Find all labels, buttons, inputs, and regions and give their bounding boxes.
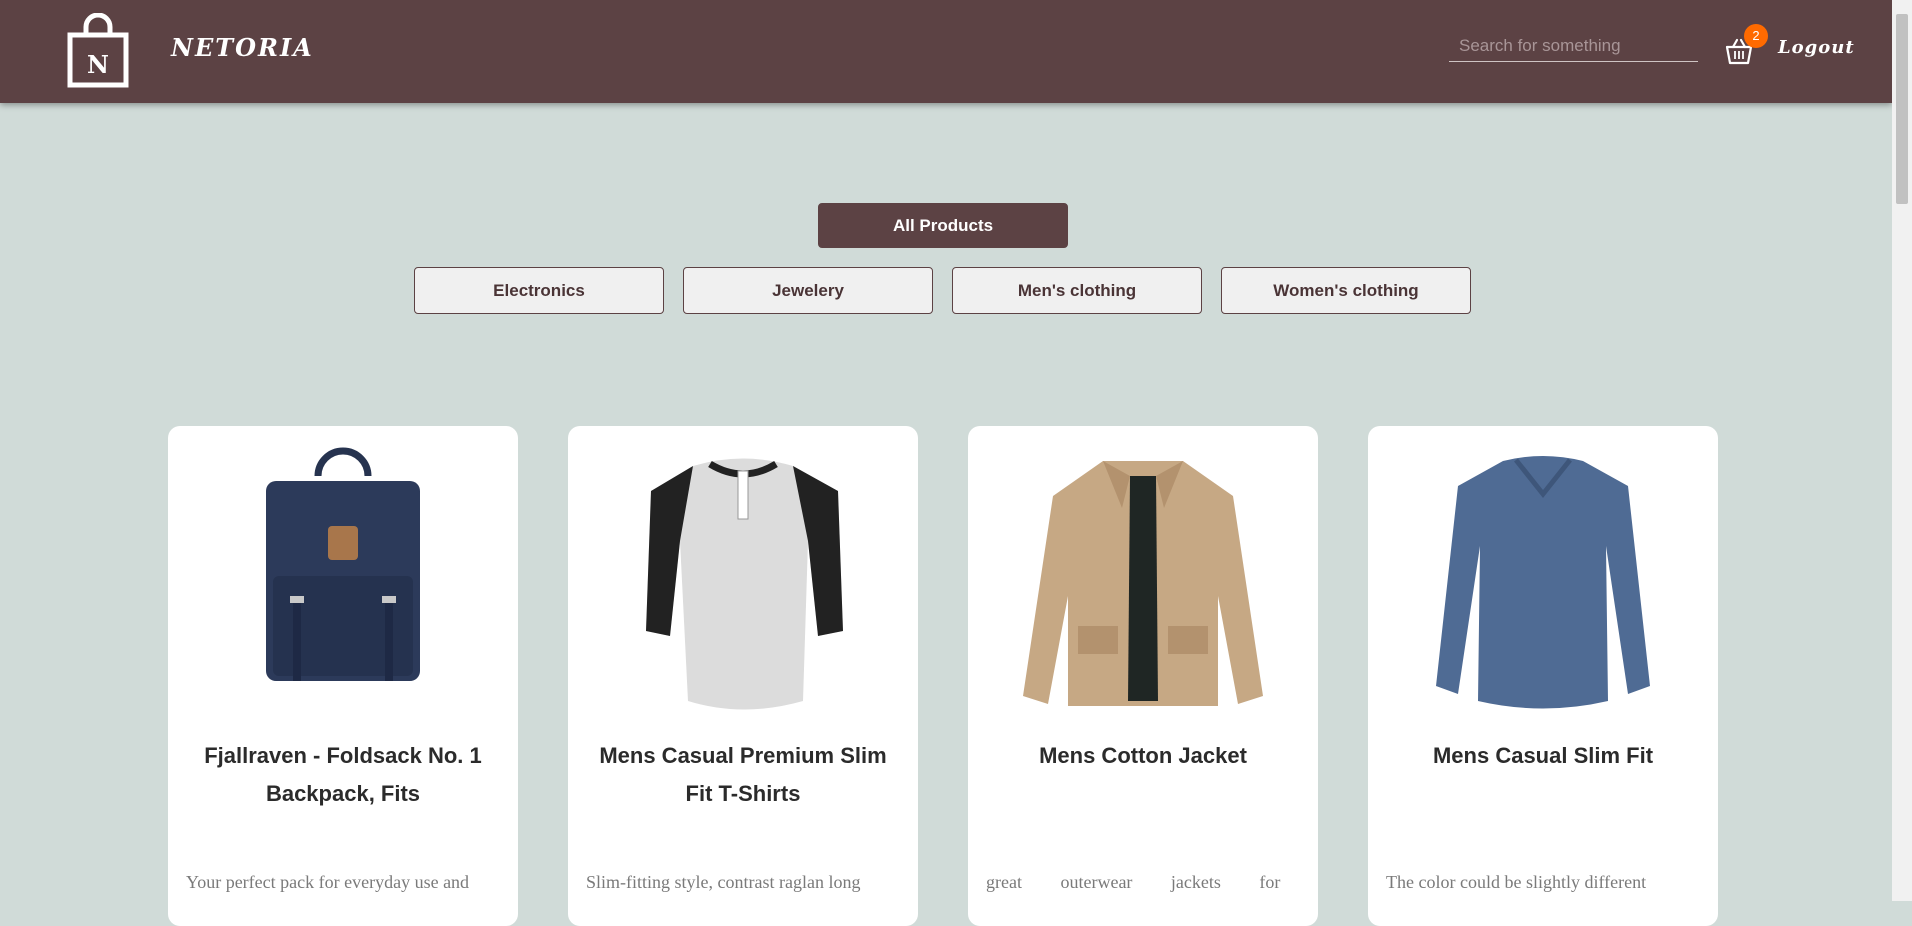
brand-name[interactable]: NETORIA	[171, 33, 314, 62]
scrollbar-thumb[interactable]	[1896, 14, 1908, 204]
longsleeve-shirt-image[interactable]	[1418, 446, 1668, 711]
product-description: great outerwear jackets for	[986, 872, 1281, 892]
all-products-button[interactable]: All Products	[818, 203, 1068, 248]
logo-letter: N	[87, 50, 109, 79]
raglan-tshirt-image[interactable]	[618, 446, 868, 711]
product-card[interactable]: Mens Cotton Jacket great outerwear jacke…	[968, 426, 1318, 926]
product-title[interactable]: Mens Cotton Jacket	[988, 737, 1298, 775]
shopping-bag-logo-icon[interactable]: N	[66, 13, 130, 89]
product-card[interactable]: Fjallraven - Foldsack No. 1 Backpack, Fi…	[168, 426, 518, 926]
category-womens-clothing-button[interactable]: Women's clothing	[1221, 267, 1471, 314]
product-card[interactable]: Mens Casual Premium Slim Fit T-Shirts Sl…	[568, 426, 918, 926]
logout-link[interactable]: Logout	[1778, 37, 1855, 58]
product-description: The color could be slightly different	[1386, 872, 1647, 892]
top-navbar: N NETORIA 2 Logout	[0, 0, 1892, 103]
product-description: Slim-fitting style, contrast raglan long	[586, 872, 861, 892]
product-description: Your perfect pack for everyday use and	[186, 872, 470, 892]
cotton-jacket-image[interactable]	[1018, 446, 1268, 711]
category-electronics-button[interactable]: Electronics	[414, 267, 664, 314]
backpack-image[interactable]	[218, 446, 468, 711]
search-input[interactable]	[1449, 30, 1698, 62]
category-jewelery-button[interactable]: Jewelery	[683, 267, 933, 314]
product-title[interactable]: Mens Casual Premium Slim Fit T-Shirts	[588, 737, 898, 813]
product-title[interactable]: Mens Casual Slim Fit	[1388, 737, 1698, 775]
product-title[interactable]: Fjallraven - Foldsack No. 1 Backpack, Fi…	[188, 737, 498, 813]
cart-count-badge: 2	[1744, 24, 1768, 48]
category-mens-clothing-button[interactable]: Men's clothing	[952, 267, 1202, 314]
product-card[interactable]: Mens Casual Slim Fit The color could be …	[1368, 426, 1718, 926]
